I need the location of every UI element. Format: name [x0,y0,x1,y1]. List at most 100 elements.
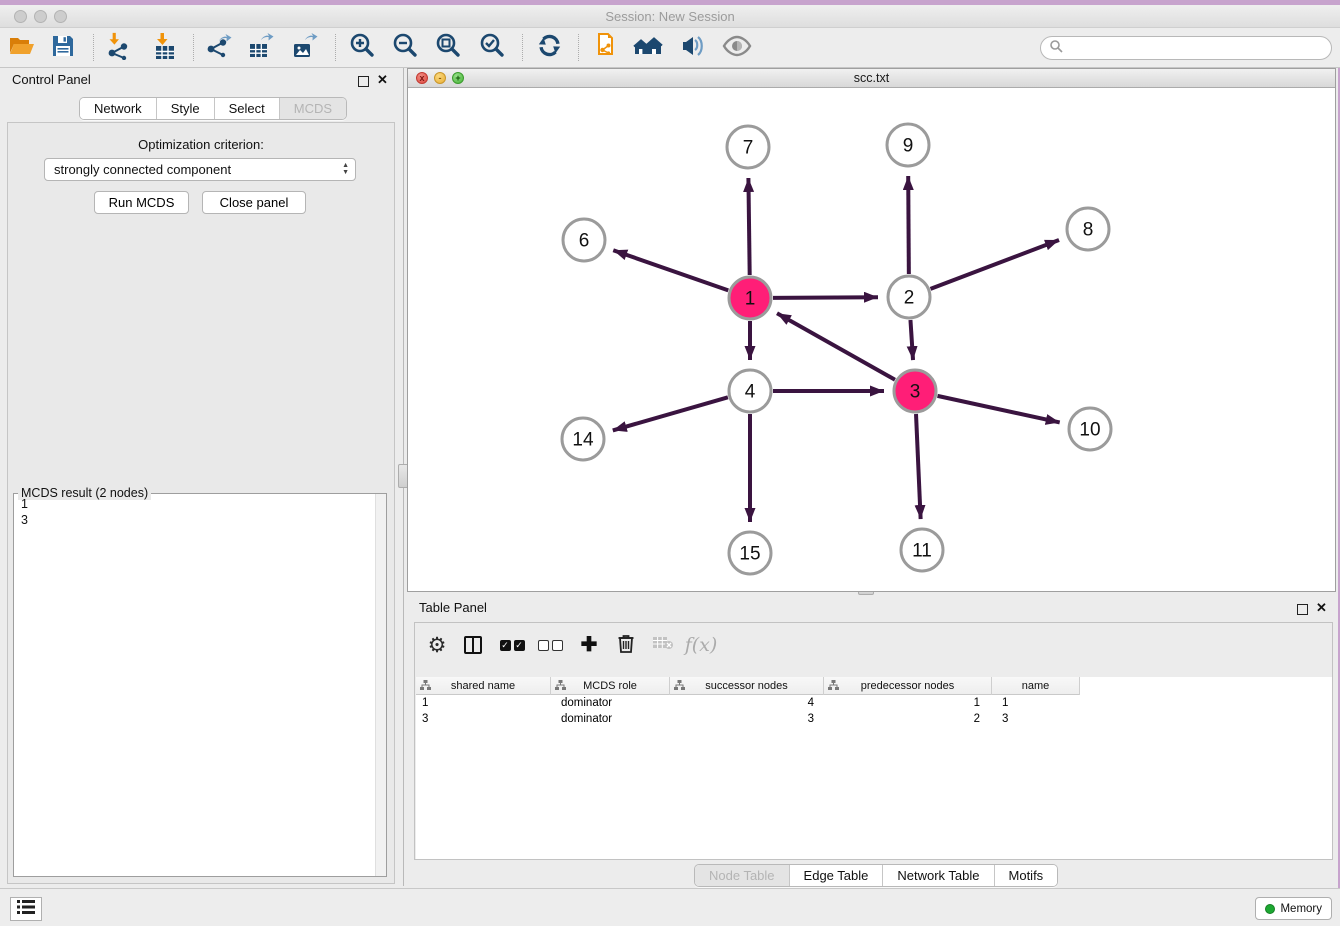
toolbar-separator [522,34,523,61]
export-table-button[interactable] [242,30,280,66]
graph-edge-1-6[interactable] [613,250,728,290]
network-close-button[interactable]: x [416,72,428,84]
search-field[interactable] [1040,36,1332,60]
import-network-button[interactable] [99,30,137,66]
table-row[interactable]: 3dominator323 [416,711,1332,727]
network-zoom-button[interactable]: + [452,72,464,84]
window-minimize-button[interactable] [34,10,47,23]
refresh-button[interactable] [530,30,568,66]
home-button[interactable] [629,30,667,66]
tab-node-table[interactable]: Node Table [695,865,790,886]
table-panel-close-button[interactable]: ✕ [1316,601,1327,614]
result-scrollbar[interactable] [375,494,386,876]
task-history-button[interactable] [10,897,42,921]
deselect-all-rows-button[interactable] [533,628,567,662]
search-input[interactable] [1063,38,1331,58]
import-table-button[interactable] [146,30,184,66]
import-table-icon [151,32,179,65]
tab-motifs[interactable]: Motifs [995,865,1058,886]
table-row[interactable]: 1dominator411 [416,695,1332,711]
graph-edge-3-1[interactable] [777,313,895,379]
save-icon [51,34,75,63]
node-table-header: shared name MCDS role successor nodes pr… [416,677,1080,695]
criterion-select[interactable]: strongly connected component ▲▼ [44,158,356,181]
graph-node-14[interactable]: 14 [562,418,604,460]
close-panel-button[interactable]: Close panel [202,191,306,214]
select-all-rows-button[interactable]: ✓✓ [495,628,529,662]
open-session-button[interactable] [3,30,41,66]
control-panel-title: Control Panel [12,72,91,87]
export-image-button[interactable] [286,30,324,66]
window-close-button[interactable] [14,10,27,23]
graph-edge-3-11[interactable] [916,414,921,519]
eye-button[interactable] [718,30,756,66]
network-graph[interactable]: 7 9 6 8 1 2 4 3 14 10 15 11 [408,88,1335,591]
function-builder-button[interactable]: f(x) [684,628,718,662]
graph-node-2[interactable]: 2 [888,276,930,318]
graph-node-4[interactable]: 4 [729,370,771,412]
network-canvas[interactable]: 7 9 6 8 1 2 4 3 14 10 15 11 [408,88,1335,591]
tab-style[interactable]: Style [157,98,215,119]
graph-edge-1-2[interactable] [773,297,878,298]
graph-edge-3-10[interactable] [937,396,1059,423]
control-panel-float-button[interactable] [358,74,369,92]
graph-edge-4-14[interactable] [613,397,728,430]
table-cell: 3 [416,713,551,725]
column-header-mcds-role[interactable]: MCDS role [551,677,670,695]
create-column-button[interactable]: ✚ [572,628,606,662]
graph-edge-2-9[interactable] [908,176,909,274]
tab-network-table[interactable]: Network Table [883,865,994,886]
tab-network[interactable]: Network [80,98,157,119]
eye-icon [722,35,752,62]
table-cell: 3 [670,713,824,725]
tab-edge-table[interactable]: Edge Table [790,865,884,886]
delete-rows-button[interactable] [609,628,643,662]
graph-edge-2-8[interactable] [931,240,1060,289]
graph-node-10[interactable]: 10 [1069,408,1111,450]
table-panel-float-button[interactable] [1297,602,1308,620]
window-titlebar: Session: New Session [0,5,1340,28]
delete-column-button[interactable] [646,628,680,662]
run-mcds-button[interactable]: Run MCDS [94,191,189,214]
main-toolbar [0,28,1340,68]
graph-node-8[interactable]: 8 [1067,208,1109,250]
zoom-fit-button[interactable] [429,30,467,66]
graph-node-1[interactable]: 1 [729,277,771,319]
graph-node-7[interactable]: 7 [727,126,769,168]
graph-node-15[interactable]: 15 [729,532,771,574]
column-header-predecessor-nodes[interactable]: predecessor nodes [824,677,992,695]
export-table-icon [247,32,275,65]
graph-edge-2-3[interactable] [910,320,913,360]
mcds-result-list[interactable]: 13 [14,496,374,528]
node-table-body: 1dominator4113dominator323 [416,695,1332,727]
window-zoom-button[interactable] [54,10,67,23]
column-header-successor-nodes[interactable]: successor nodes [670,677,824,695]
megaphone-button[interactable] [673,30,711,66]
column-visibility-button[interactable] [456,628,490,662]
graph-node-11[interactable]: 11 [901,529,943,571]
control-panel-close-button[interactable]: ✕ [377,73,388,86]
network-view-window: x - + scc.txt 7 9 6 8 1 2 4 3 14 10 15 11 [407,68,1336,592]
save-session-button[interactable] [44,30,82,66]
copy-network-button[interactable] [586,30,624,66]
graph-edge-1-7[interactable] [748,178,749,275]
memory-button[interactable]: Memory [1255,897,1332,920]
table-settings-button[interactable]: ⚙ [420,628,454,662]
gear-icon: ⚙ [428,635,447,656]
zoom-in-button[interactable] [343,30,381,66]
graph-node-3[interactable]: 3 [894,370,936,412]
tab-select[interactable]: Select [215,98,280,119]
zoom-out-button[interactable] [386,30,424,66]
import-network-icon [104,32,132,65]
column-header-name[interactable]: name [992,677,1080,695]
network-minimize-button[interactable]: - [434,72,446,84]
copy-network-icon [591,32,619,65]
network-window-titlebar[interactable]: x - + scc.txt [408,69,1335,88]
column-header-shared-name[interactable]: shared name [416,677,551,695]
graph-node-6[interactable]: 6 [563,219,605,261]
tab-mcds[interactable]: MCDS [280,98,346,119]
zoom-selected-button[interactable] [473,30,511,66]
export-network-button[interactable] [199,30,237,66]
graph-node-9[interactable]: 9 [887,124,929,166]
table-panel: ⚙ ✓✓ ✚ f(x) shared name MCDS role [414,622,1333,860]
